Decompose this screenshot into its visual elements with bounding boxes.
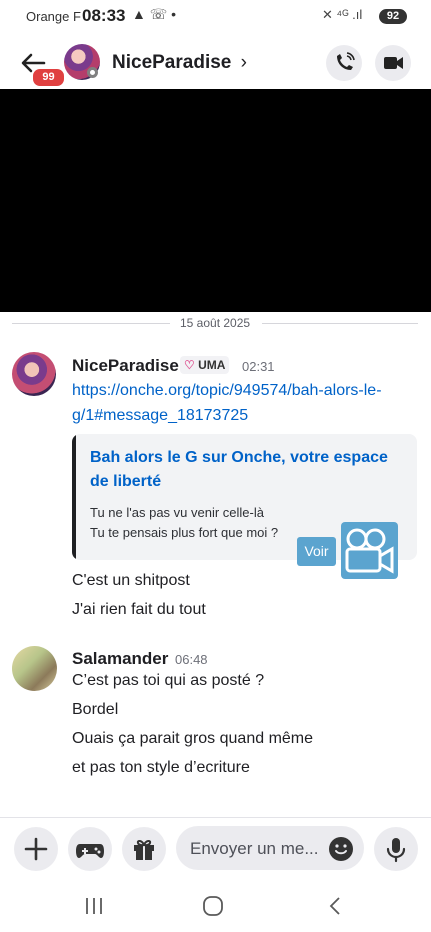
emoji-icon[interactable]	[328, 836, 354, 867]
video-call-button[interactable]	[375, 45, 411, 81]
embed-accent-bar	[72, 434, 76, 560]
avatar[interactable]	[12, 646, 57, 691]
message-text: Bordel	[72, 701, 119, 718]
message-text: J'ai rien fait du tout	[72, 601, 206, 618]
composer-divider	[0, 817, 431, 818]
embed-title[interactable]: Bah alors le G sur Onche, votre espace d…	[90, 446, 400, 494]
role-tag-label: UMA	[198, 358, 226, 372]
message-author[interactable]: Salamander	[72, 649, 168, 669]
microphone-icon	[386, 838, 406, 863]
message-author[interactable]: NiceParadise	[72, 356, 179, 376]
message-text: C'est un shitpost	[72, 572, 190, 589]
status-bar: Orange F 08:33 ▲ ☏ • ✕ ⁴ᴳ .ıl 92	[0, 0, 431, 34]
message-text: C’est pas toi qui as posté ?	[72, 672, 265, 689]
video-stream[interactable]	[0, 89, 431, 312]
avatar[interactable]	[12, 352, 56, 396]
battery-icon: 92	[379, 9, 407, 24]
plus-icon	[24, 837, 48, 861]
message-text: et pas ton style d’ecriture	[72, 759, 250, 776]
channel-title[interactable]: NiceParadise ›	[112, 52, 247, 74]
notification-icons: ▲ ☏ •	[132, 6, 177, 22]
message-text: Ouais ça parait gros quand même	[72, 730, 314, 747]
message-time: 02:31	[242, 359, 275, 374]
phone-icon	[337, 52, 355, 70]
channel-name: NiceParadise	[112, 52, 232, 73]
voir-button[interactable]: Voir	[297, 537, 336, 566]
video-camera-icon	[384, 57, 403, 69]
voice-call-button[interactable]	[326, 45, 362, 81]
message-link[interactable]: https://onche.org/topic/949574/bah-alors…	[72, 378, 422, 428]
add-button[interactable]	[14, 827, 58, 871]
activities-button[interactable]	[68, 827, 112, 871]
gamepad-icon	[76, 844, 104, 858]
status-offline-icon	[87, 67, 98, 78]
date-divider: 15 août 2025	[180, 316, 251, 330]
home-icon[interactable]	[202, 895, 224, 923]
gift-icon	[134, 839, 154, 860]
divider-line-right	[262, 323, 418, 324]
voice-message-button[interactable]	[374, 827, 418, 871]
embed-desc-line: Tu ne l'as pas vu venir celle-là	[90, 505, 264, 520]
divider-line-left	[12, 323, 170, 324]
carrier-label: Orange F	[26, 9, 81, 24]
heart-icon: ♡	[184, 358, 195, 372]
back-nav-icon[interactable]	[325, 895, 347, 923]
video-camera-icon[interactable]	[341, 522, 398, 579]
chevron-right-icon: ›	[240, 52, 247, 73]
unread-badge: 99	[31, 67, 66, 88]
message-time: 06:48	[175, 652, 208, 667]
role-tag: ♡ UMA	[180, 356, 230, 374]
signal-icons: ✕ ⁴ᴳ .ıl	[322, 7, 363, 22]
gift-button[interactable]	[122, 827, 166, 871]
message-input-placeholder: Envoyer un me...	[190, 839, 319, 858]
recent-apps-icon[interactable]	[83, 895, 105, 923]
clock: 08:33	[82, 6, 126, 25]
